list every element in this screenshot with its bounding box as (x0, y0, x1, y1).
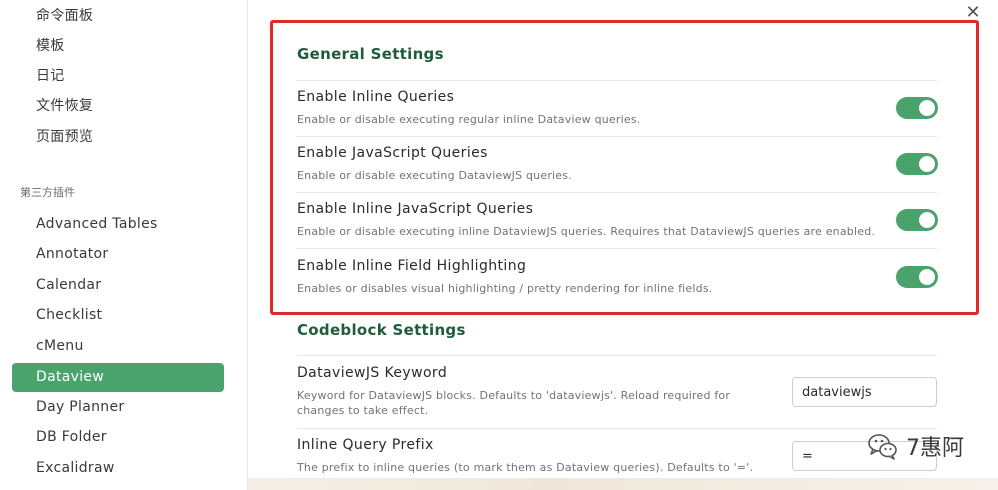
background-strip (248, 478, 998, 490)
dataviewjs-keyword-input[interactable] (792, 377, 937, 407)
watermark-text: 7惠阿 (906, 436, 964, 461)
sidebar-section-third-party-plugins: 第三方插件 (20, 186, 75, 199)
sidebar-item-templates[interactable]: 模板 (12, 32, 224, 61)
divider (297, 355, 937, 356)
toggle-knob (919, 269, 935, 285)
toggle-knob (919, 212, 935, 228)
setting-name-dataviewjs-keyword: DataviewJS Keyword (297, 365, 448, 381)
sidebar-item-cmenu[interactable]: cMenu (12, 332, 224, 361)
sidebar-item-advanced-tables[interactable]: Advanced Tables (12, 210, 224, 239)
settings-sidebar: 命令面板 模板 日记 文件恢复 页面预览 第三方插件 Advanced Tabl… (0, 0, 248, 490)
sidebar-item-annotator[interactable]: Annotator (12, 240, 224, 269)
wechat-logo-icon (868, 434, 897, 460)
divider (297, 428, 937, 429)
divider (297, 80, 937, 81)
toggle-knob (919, 156, 935, 172)
setting-desc-inline-query-prefix: The prefix to inline queries (to mark th… (297, 461, 754, 474)
setting-name-inline-queries: Enable Inline Queries (297, 89, 455, 105)
sidebar-item-checklist[interactable]: Checklist (12, 301, 224, 330)
setting-desc-inline-field-highlighting: Enables or disables visual highlighting … (297, 282, 713, 295)
setting-desc-inline-queries: Enable or disable executing regular inli… (297, 113, 641, 126)
toggle-inline-javascript-queries[interactable] (896, 209, 938, 231)
sidebar-item-file-recovery[interactable]: 文件恢复 (12, 92, 224, 121)
codeblock-settings-heading: Codeblock Settings (297, 321, 466, 339)
general-settings-heading: General Settings (297, 45, 444, 63)
setting-name-javascript-queries: Enable JavaScript Queries (297, 145, 488, 161)
sidebar-item-day-planner[interactable]: Day Planner (12, 393, 224, 422)
divider (297, 248, 937, 249)
setting-desc-inline-javascript-queries: Enable or disable executing inline Datav… (297, 225, 876, 238)
toggle-inline-field-highlighting[interactable] (896, 266, 938, 288)
sidebar-item-daily-notes[interactable]: 日记 (12, 62, 224, 91)
sidebar-item-calendar[interactable]: Calendar (12, 271, 224, 300)
setting-desc-dataviewjs-keyword-line1: Keyword for DataviewJS blocks. Defaults … (297, 389, 731, 402)
toggle-knob (919, 100, 935, 116)
setting-desc-javascript-queries: Enable or disable executing DataviewJS q… (297, 169, 572, 182)
toggle-javascript-queries[interactable] (896, 153, 938, 175)
sidebar-item-dataview[interactable]: Dataview (12, 363, 224, 392)
sidebar-item-db-folder[interactable]: DB Folder (12, 423, 224, 452)
divider (297, 192, 937, 193)
setting-name-inline-field-highlighting: Enable Inline Field Highlighting (297, 258, 527, 274)
watermark: 7惠阿 (866, 426, 964, 466)
sidebar-item-command-palette[interactable]: 命令面板 (12, 2, 224, 31)
divider (297, 136, 937, 137)
setting-desc-dataviewjs-keyword-line2: changes to take effect. (297, 404, 429, 417)
sidebar-item-excalidraw[interactable]: Excalidraw (12, 454, 224, 483)
toggle-inline-queries[interactable] (896, 97, 938, 119)
setting-name-inline-javascript-queries: Enable Inline JavaScript Queries (297, 201, 534, 217)
setting-name-inline-query-prefix: Inline Query Prefix (297, 437, 434, 453)
sidebar-item-page-preview[interactable]: 页面预览 (12, 123, 224, 152)
